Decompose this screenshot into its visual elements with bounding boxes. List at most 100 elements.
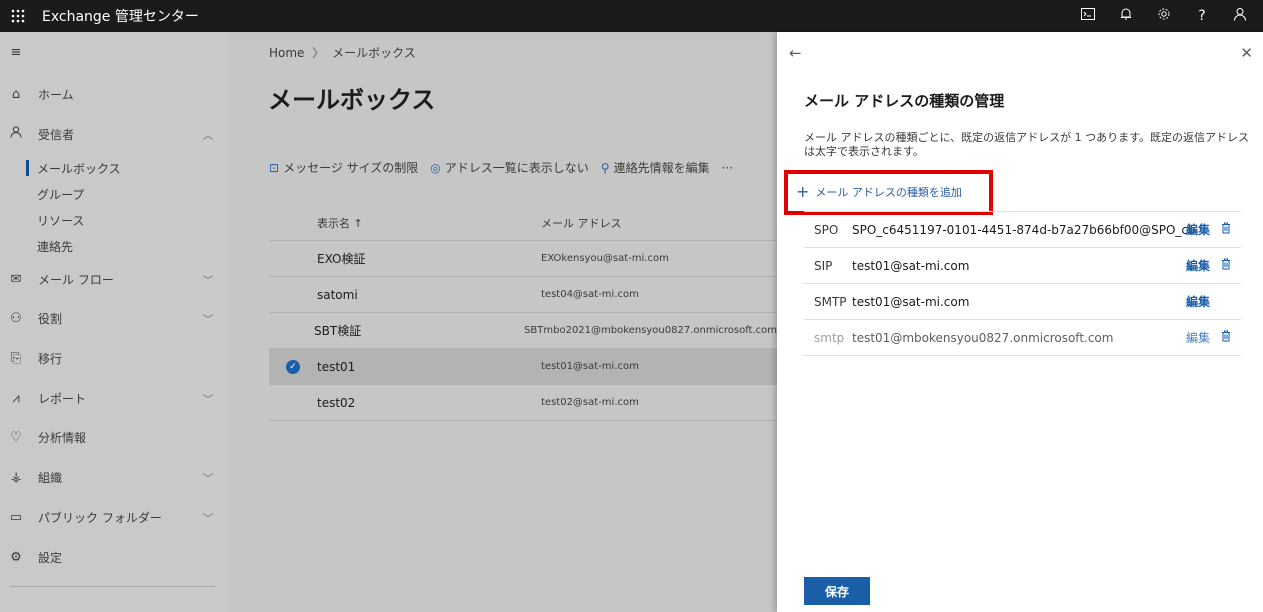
breadcrumb-current: メールボックス [332,46,416,60]
size-limit-button[interactable]: ⊡ メッセージ サイズの制限 [269,159,418,176]
table-row[interactable]: test02 test02@sat-mi.com [269,385,777,421]
row-name: satomi [317,287,358,302]
top-bar: Exchange 管理センター ? [0,0,1263,32]
close-icon[interactable]: ✕ [1240,44,1253,62]
nav-item-label: 移行 [38,351,63,366]
address-type: smtp [814,330,845,345]
row-mail: test01@sat-mi.com [541,361,639,372]
column-header-name[interactable]: 表示名 ↑ [317,215,541,231]
more-icon: ··· [721,160,734,175]
folder-icon: ▭ [9,509,23,525]
nav-sub-label: グループ [37,187,85,202]
back-arrow-icon[interactable]: ← [789,44,802,62]
address-value: test01@sat-mi.com [852,294,970,309]
trash-icon[interactable] [1221,222,1231,237]
table-row[interactable]: SBT検証 SBTmbo2021@mbokensyou0827.onmicros… [269,313,777,349]
mail-icon: ✉ [10,271,22,287]
nav-item-label: 分析情報 [38,430,87,445]
home-icon: ⌂ [11,86,21,102]
edit-button[interactable]: 編集 [1186,257,1210,274]
nav-item-roles[interactable]: ⚇ 役割 ﹀ [0,304,229,332]
table-row[interactable]: satomi test04@sat-mi.com [269,277,777,313]
panel-title: メール アドレスの種類の管理 [804,92,1005,110]
nav-item-migration[interactable]: ⎘ 移行 [0,344,229,372]
nav-sub-label: メールボックス [37,161,121,176]
mailbox-table: 表示名 ↑ メール アドレス EXO検証 EXOkensyou@sat-mi.c… [269,205,777,421]
eye-hide-icon: ◎ [430,160,441,175]
save-button[interactable]: 保存 [804,577,870,605]
gear-icon[interactable] [1145,7,1183,25]
checkmark-icon[interactable]: ✓ [286,359,300,374]
chevron-up-icon: ︿ [203,130,213,142]
hamburger-icon: ≡ [10,44,22,60]
nav-sub-resources[interactable]: リソース [0,208,229,232]
person-icon [9,126,23,142]
chevron-down-icon: ﹀ [203,394,213,406]
nav-item-label: パブリック フォルダー [38,510,162,525]
trash-icon[interactable] [1221,258,1231,273]
hide-from-list-button[interactable]: ◎ アドレス一覧に表示しない [430,159,589,176]
app-launcher-icon[interactable] [2,0,34,32]
edit-contact-button[interactable]: ⚲ 連絡先情報を編集 [601,159,710,176]
nav-sub-contacts[interactable]: 連絡先 [0,234,229,258]
address-row: SIP test01@sat-mi.com 編集 [804,248,1241,284]
nav-item-label: 受信者 [38,127,75,142]
breadcrumb: Home 〉 メールボックス [269,44,416,61]
table-row[interactable]: EXO検証 EXOkensyou@sat-mi.com [269,241,777,277]
address-row: smtp test01@mbokensyou0827.onmicrosoft.c… [804,320,1241,356]
nav-sub-mailboxes[interactable]: メールボックス [0,156,229,180]
edit-button[interactable]: 編集 [1186,329,1210,346]
row-mail: test04@sat-mi.com [541,289,639,300]
nav-item-settings[interactable]: ⚙ 設定 [0,543,229,571]
table-header: 表示名 ↑ メール アドレス [269,205,777,241]
nav-item-public-folders[interactable]: ▭ パブリック フォルダー ﹀ [0,503,229,531]
app-title: Exchange 管理センター [42,9,199,25]
help-icon[interactable]: ? [1183,8,1221,24]
edit-button[interactable]: 編集 [1186,221,1210,238]
address-type: SIP [814,258,833,273]
trash-icon[interactable] [1221,330,1231,345]
address-row: SMTP test01@sat-mi.com 編集 [804,284,1241,320]
person-icon[interactable] [1221,7,1259,25]
panel-description: メール アドレスの種類ごとに、既定の返信アドレスが 1 つあります。既定の返信ア… [804,131,1250,158]
nav-item-insights[interactable]: ♡ 分析情報 [0,423,229,451]
edit-button[interactable]: 編集 [1186,293,1210,310]
nav-item-label: 設定 [38,550,63,565]
chevron-down-icon: ﹀ [203,473,213,485]
breadcrumb-home[interactable]: Home [269,46,304,60]
row-name: test01 [317,359,356,374]
nav-divider [10,586,215,587]
gear-icon: ⚙ [10,549,22,565]
nav-item-mail-flow[interactable]: ✉ メール フロー ﹀ [0,265,229,293]
toolbar: ⊡ メッセージ サイズの制限 ◎ アドレス一覧に表示しない ⚲ 連絡先情報を編集… [269,159,745,176]
nav-item-reports[interactable]: ⩘ レポート ﹀ [0,384,229,412]
row-name: test02 [317,395,356,410]
nav-item-home[interactable]: ⌂ ホーム [0,80,229,108]
chevron-down-icon: ﹀ [203,275,213,287]
row-mail: test02@sat-mi.com [541,397,639,408]
add-email-type-button[interactable]: + メール アドレスの種類を追加 [796,184,962,200]
row-mail: EXOkensyou@sat-mi.com [541,253,669,264]
row-name: SBT検証 [314,324,362,338]
terminal-icon[interactable] [1069,8,1107,24]
row-mail: SBTmbo2021@mbokensyou0827.onmicrosoft.co… [524,325,777,336]
roles-icon: ⚇ [10,310,22,326]
nav-item-recipients[interactable]: 受信者 ︿ [0,120,229,148]
column-header-mail[interactable]: メール アドレス [541,215,622,231]
row-name: EXO検証 [317,252,366,266]
nav-collapse-button[interactable]: ≡ [0,38,229,66]
more-button[interactable]: ··· [722,161,733,175]
nav-item-organization[interactable]: ⚶ 組織 ﹀ [0,463,229,491]
address-type: SPO [814,222,839,237]
chevron-down-icon: ﹀ [203,513,213,525]
org-icon: ⚶ [10,469,22,485]
nav-item-label: 組織 [38,470,63,485]
nav-sub-label: リソース [37,213,85,228]
lightbulb-icon: ♡ [10,429,22,445]
hide-from-list-label: アドレス一覧に表示しない [444,161,589,175]
address-list: SPO SPO_c6451197-0101-4451-874d-b7a27b66… [804,211,1241,356]
table-row-selected[interactable]: ✓ test01 test01@sat-mi.com [269,349,777,385]
bell-icon[interactable] [1107,7,1145,25]
nav-sub-groups[interactable]: グループ [0,182,229,206]
chevron-down-icon: ﹀ [203,314,213,326]
